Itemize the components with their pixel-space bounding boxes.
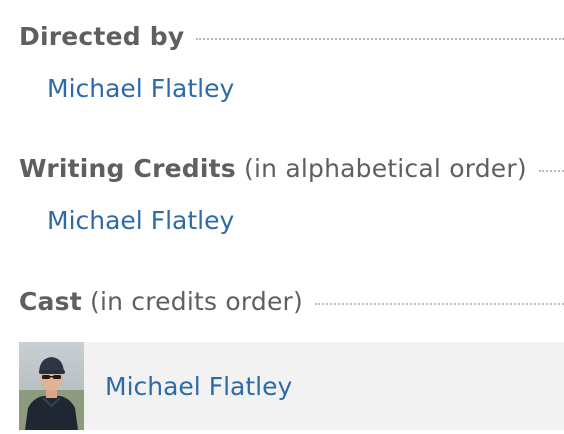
writing-credits-divider [538, 170, 564, 172]
cast-header: Cast (in credits order) [19, 283, 564, 319]
writing-credits-title: Writing Credits [19, 153, 236, 183]
cast-photo-image [19, 342, 84, 430]
writing-credits-header: Writing Credits (in alphabetical order) [19, 150, 564, 186]
cast-qualifier: (in credits order) [90, 286, 303, 316]
cast-divider [314, 303, 564, 305]
writer-link[interactable]: Michael Flatley [47, 206, 234, 235]
directed-by-divider [196, 38, 564, 40]
cast-member-link[interactable]: Michael Flatley [105, 372, 292, 401]
cast-title: Cast [19, 286, 82, 316]
director-link[interactable]: Michael Flatley [47, 74, 234, 103]
cast-photo[interactable] [19, 342, 84, 430]
directed-by-header: Directed by [19, 18, 564, 54]
cast-row: Michael Flatley [19, 342, 564, 430]
directed-by-title: Directed by [19, 21, 185, 51]
writing-credits-qualifier: (in alphabetical order) [244, 153, 527, 183]
